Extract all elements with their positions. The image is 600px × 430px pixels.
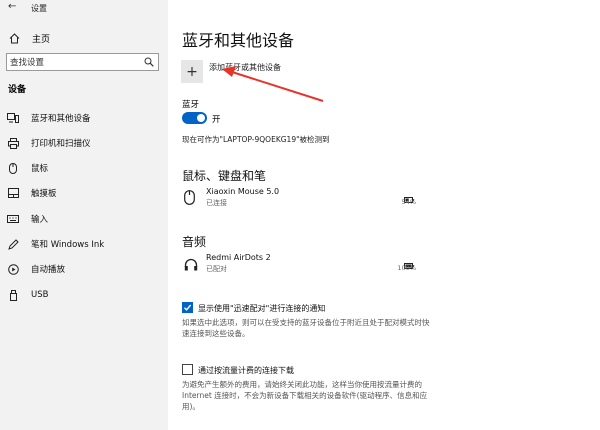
add-device-label[interactable]: 添加蓝牙或其他设备 <box>209 62 281 73</box>
metered-download-checkbox[interactable] <box>182 364 193 375</box>
sidebar-item-label: 输入 <box>31 215 49 225</box>
main-content: 蓝牙和其他设备 + 添加蓝牙或其他设备 蓝牙 开 现在可作为"LAPTOP-9Q… <box>168 0 600 430</box>
device-status: 已连接 <box>206 199 227 207</box>
search-input[interactable]: 查找设置 <box>6 53 159 71</box>
autoplay-icon <box>7 263 19 275</box>
section-audio: 音频 <box>182 235 207 249</box>
sidebar-item-label: 蓝牙和其他设备 <box>31 114 91 124</box>
device-name: Redmi AirDots 2 <box>206 253 271 262</box>
device-name: Xiaoxin Mouse 5.0 <box>206 187 280 196</box>
mouse-icon <box>7 162 19 174</box>
section-label: 设备 <box>8 85 27 95</box>
metered-download-description: 为避免产生额外的费用，请始终关闭此功能，这样当你使用按流量计费的 Interne… <box>182 380 428 411</box>
sidebar-item-pen[interactable]: 笔和 Windows Ink <box>0 236 168 252</box>
sidebar-item-label: 打印机和扫描仪 <box>31 139 91 149</box>
usb-icon <box>7 289 19 301</box>
section-mouse-keyboard-pen: 鼠标、键盘和笔 <box>182 169 267 183</box>
sidebar-item-bluetooth[interactable]: 蓝牙和其他设备 <box>0 110 168 126</box>
search-placeholder: 查找设置 <box>10 58 45 68</box>
search-icon[interactable] <box>144 57 154 70</box>
device-status: 已配对 <box>206 265 227 273</box>
battery-percent: 54% <box>401 198 416 206</box>
add-device-button[interactable]: + <box>181 60 203 83</box>
sidebar-item-printers[interactable]: 打印机和扫描仪 <box>0 135 168 151</box>
page-title: 蓝牙和其他设备 <box>182 31 295 50</box>
metered-download-label[interactable]: 通过按流量计费的连接下载 <box>198 365 294 376</box>
printer-icon <box>7 137 19 149</box>
swift-pair-label[interactable]: 显示使用"迅速配对"进行连接的通知 <box>198 303 325 314</box>
headphones-icon <box>184 256 198 275</box>
bluetooth-state: 开 <box>212 115 221 125</box>
bluetooth-toggle[interactable] <box>182 112 207 124</box>
bluetooth-devices-icon <box>7 113 19 123</box>
pen-icon <box>7 238 19 250</box>
home-label: 主页 <box>32 34 51 45</box>
sidebar-item-label: 触摸板 <box>31 189 57 199</box>
app-title: 设置 <box>31 4 47 13</box>
swift-pair-description: 如果选中此选项，则可以在受支持的蓝牙设备位于附近且处于配对模式时快速连接到这些设… <box>182 318 430 338</box>
device-headphones[interactable]: Redmi AirDots 2 已配对 100% <box>182 253 422 277</box>
bluetooth-label: 蓝牙 <box>182 100 200 110</box>
battery-percent: 100% <box>397 264 416 272</box>
mouse-icon <box>184 190 195 209</box>
home-nav-item[interactable]: 主页 <box>8 31 50 45</box>
sidebar-item-autoplay[interactable]: 自动播放 <box>0 261 168 277</box>
discoverable-text: 现在可作为"LAPTOP-9QOEKG19"被检测到 <box>182 135 330 144</box>
sidebar-item-touchpad[interactable]: 触摸板 <box>0 185 168 201</box>
toggle-knob <box>197 114 205 122</box>
plus-icon: + <box>186 63 198 80</box>
sidebar-item-label: 鼠标 <box>31 164 49 174</box>
home-icon <box>8 32 20 44</box>
swift-pair-checkbox[interactable] <box>182 302 193 313</box>
sidebar-item-label: 笔和 Windows Ink <box>31 240 105 250</box>
sidebar-item-label: 自动播放 <box>31 265 66 275</box>
sidebar-item-label: USB <box>31 290 49 300</box>
sidebar-item-usb[interactable]: USB <box>0 287 168 303</box>
sidebar-item-typing[interactable]: 输入 <box>0 211 168 227</box>
sidebar: ← 设置 主页 查找设置 设备 蓝牙和其他设备 打印机和扫描仪 鼠标 触摸板 输… <box>0 0 168 430</box>
sidebar-item-mouse[interactable]: 鼠标 <box>0 160 168 176</box>
keyboard-icon <box>7 215 19 223</box>
touchpad-icon <box>7 188 19 198</box>
device-mouse[interactable]: Xiaoxin Mouse 5.0 已连接 54% <box>182 187 422 211</box>
back-arrow-icon[interactable]: ← <box>8 1 16 12</box>
checkmark-icon <box>184 304 192 311</box>
